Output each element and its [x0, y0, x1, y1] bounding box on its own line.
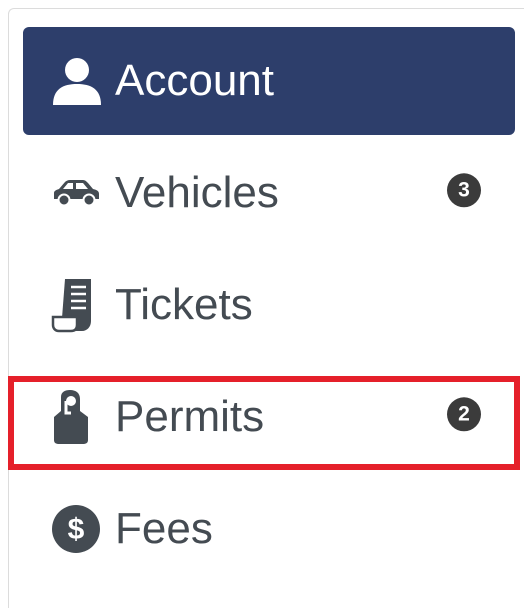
sidebar-item-vehicles[interactable]: Vehicles 3	[23, 139, 515, 247]
vehicles-count-badge: 3	[447, 173, 481, 208]
sidebar-item-account[interactable]: Account	[23, 27, 515, 135]
sidebar-item-label: Fees	[115, 504, 213, 553]
sidebar-nav: Account Vehicles 3 Tickets Permits 2 $ F…	[23, 27, 515, 587]
user-icon	[51, 53, 109, 109]
sidebar-item-label: Account	[115, 56, 274, 105]
sidebar-item-fees[interactable]: $ Fees	[23, 475, 515, 583]
sidebar-item-label: Tickets	[115, 280, 253, 329]
sidebar-item-tickets[interactable]: Tickets	[23, 251, 515, 359]
sidebar-item-label: Permits	[115, 392, 265, 441]
door-hanger-icon	[51, 389, 109, 445]
car-icon	[51, 165, 109, 221]
receipt-icon	[51, 277, 109, 333]
dollar-circle-icon: $	[51, 501, 109, 557]
sidebar-item-label: Vehicles	[115, 168, 279, 217]
svg-text:$: $	[68, 513, 85, 546]
permits-count-badge: 2	[447, 397, 481, 432]
sidebar-item-permits[interactable]: Permits 2	[23, 363, 515, 471]
